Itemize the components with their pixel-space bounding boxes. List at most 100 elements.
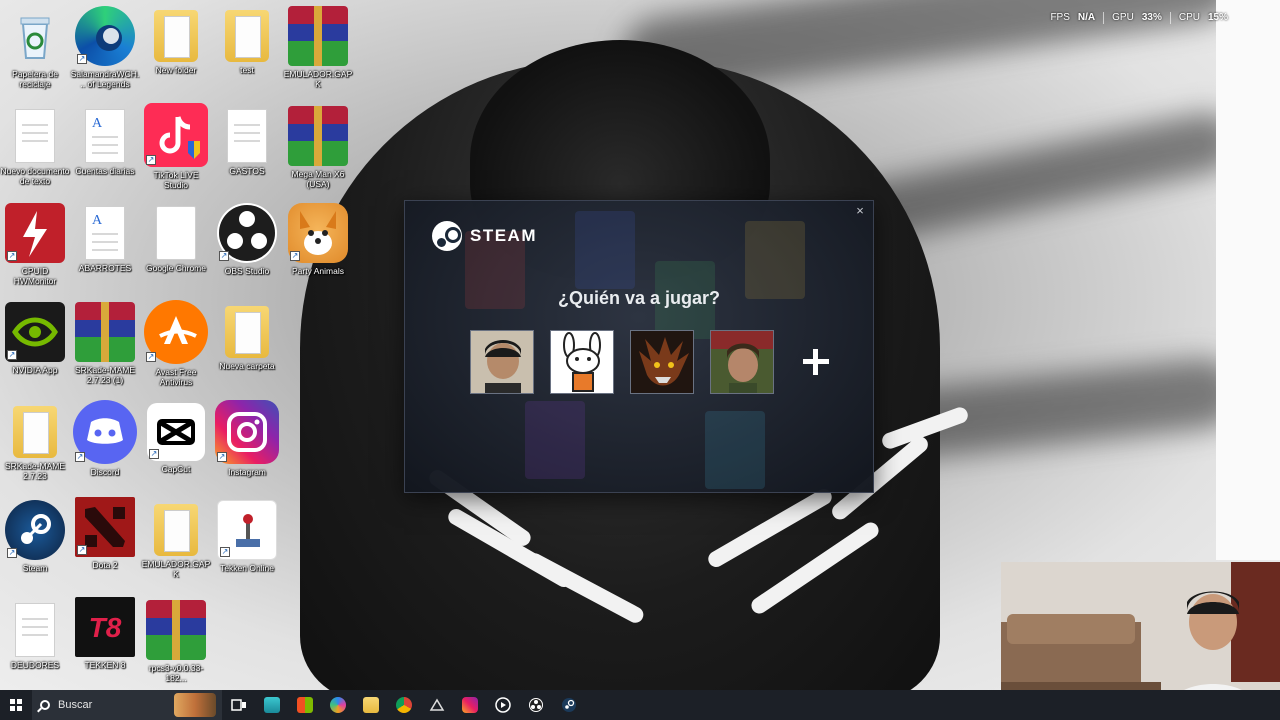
- desktop-icon-nvidia[interactable]: ↗ NVIDIA App: [0, 302, 70, 375]
- desktop-icon-recycle-bin[interactable]: Papelera de reciclaje: [0, 6, 70, 89]
- desktop-icon-label: SalamandraWCH... of Legends: [70, 69, 140, 89]
- desktop-icon-nueva-carpeta[interactable]: Nueva carpeta: [212, 302, 282, 371]
- desktop-icon-label: OBS Studio: [224, 266, 270, 276]
- party-animals-icon: ↗: [288, 203, 348, 263]
- steam-icon: [561, 698, 576, 712]
- cpu-value: 15: [1207, 12, 1220, 23]
- werewolf-avatar: [631, 331, 693, 393]
- desktop-icon-obs[interactable]: ↗ OBS Studio: [212, 203, 282, 276]
- desktop-icon-label: EMULADOR.GAPK: [283, 69, 353, 89]
- desktop-icon-label: test: [240, 65, 254, 75]
- desktop-icon-label: DEUDORES: [10, 660, 60, 670]
- fps-value: N/A: [1077, 12, 1096, 23]
- desktop-icon-text-document[interactable]: Nuevo documento de texto: [0, 106, 70, 186]
- file-explorer-icon: [362, 697, 379, 713]
- blank-file-icon: [156, 206, 196, 260]
- desktop-icon-label: Google Chrome: [145, 263, 206, 273]
- folder-icon: [13, 406, 57, 458]
- folder-icon: [154, 10, 198, 62]
- avast-icon: ↗: [144, 300, 208, 364]
- folder-icon: [225, 306, 269, 358]
- discord-icon: ↗: [73, 400, 137, 464]
- nvidia-icon: [429, 698, 444, 711]
- recycle-bin-icon: [5, 6, 65, 66]
- desktop-icon-label: TikTok LIVE Studio: [153, 170, 199, 190]
- desktop-icon-label: Dota 2: [92, 560, 118, 570]
- taskbar-store-button[interactable]: [288, 690, 321, 720]
- profile-avatar-3[interactable]: [630, 330, 694, 394]
- steam-brand-text: STEAM: [470, 226, 537, 245]
- desktop-icon-emulador-archive[interactable]: EMULADOR.GAPK: [283, 6, 353, 89]
- profile-list: [470, 330, 838, 394]
- overlay-divider: [1103, 12, 1105, 24]
- man-photo-avatar: [711, 331, 773, 393]
- steam-account-picker-dialog: STEAM × ¿Quién va a jugar?: [404, 200, 874, 493]
- obs-icon: [528, 698, 543, 712]
- desktop-icon-tekken8[interactable]: T8 TEKKEN 8: [70, 597, 140, 670]
- media-player-icon: [494, 697, 511, 713]
- desktop-icon-srkade-mame-archive[interactable]: SRKade-MAME 2.7.23 (1): [70, 302, 140, 385]
- desktop-icon-dota2[interactable]: ↗ Dota 2: [70, 497, 140, 570]
- desktop-icon-label: rpcs3-v0.0.33-182...: [148, 663, 204, 683]
- desktop-icon-abarrotes[interactable]: A ABARROTES: [70, 203, 140, 273]
- taskbar-instagram-button[interactable]: [453, 690, 486, 720]
- desktop-icon-test-folder[interactable]: test: [212, 6, 282, 75]
- taskbar-copilot-button[interactable]: [321, 690, 354, 720]
- desktop-icon-label: Avast Free Antivirus: [155, 367, 197, 387]
- desktop-icon-capcut[interactable]: ↗ CapCut: [141, 403, 211, 474]
- desktop-icon-google-chrome[interactable]: Google Chrome: [141, 203, 211, 273]
- close-icon[interactable]: ×: [853, 204, 867, 218]
- desktop-icon-discord[interactable]: ↗ Discord: [70, 400, 140, 477]
- desktop-icon-hwmonitor[interactable]: ↗ CPUID HWMonitor: [0, 203, 70, 286]
- cpu-unit: %: [1219, 12, 1228, 23]
- desktop-icon-label: Mega Man X6 (USA): [291, 169, 345, 189]
- dota2-icon: ↗: [75, 497, 135, 557]
- desktop-icon-rpcs3[interactable]: rpcs3-v0.0.33-182...: [141, 600, 211, 683]
- desktop-icon-gastos[interactable]: GASTOS: [212, 106, 282, 176]
- instagram-icon: [461, 697, 478, 713]
- desktop-icon-srkade-folder[interactable]: SRKade-MAME 2.7.23: [0, 402, 70, 481]
- desktop-icon-new-folder[interactable]: New folder: [141, 6, 211, 75]
- desktop-icon-label: Tekken Online: [220, 563, 274, 573]
- desktop-icon-instagram[interactable]: ↗ Instagram: [212, 400, 282, 477]
- winrar-icon: [75, 302, 135, 362]
- desktop-icon-party-animals[interactable]: ↗ Party Animals: [283, 203, 353, 276]
- steam-logo-icon: [432, 221, 462, 251]
- app-icon: [263, 697, 280, 713]
- instagram-icon: ↗: [215, 400, 279, 464]
- desktop-icon-cuentas-diarias[interactable]: A Cuentas diarias: [70, 106, 140, 176]
- desktop-icon-tiktok-live[interactable]: ↗ TikTok LIVE Studio: [141, 103, 211, 190]
- plus-icon[interactable]: [794, 340, 838, 384]
- taskbar-chrome-button[interactable]: [387, 690, 420, 720]
- fps-label: FPS: [1050, 12, 1070, 23]
- desktop-icon-tekken-online[interactable]: ↗ Tekken Online: [212, 500, 282, 573]
- taskbar-app-button[interactable]: [255, 690, 288, 720]
- text-document-icon: [227, 109, 267, 163]
- profile-avatar-4[interactable]: [710, 330, 774, 394]
- desktop-icon-label: SRKade-MAME 2.7.23 (1): [75, 365, 135, 385]
- desktop-icon-label: Papelera de reciclaje: [12, 69, 58, 89]
- desktop-icon-steam[interactable]: ↗ Steam: [0, 500, 70, 573]
- desktop-icon-deudores[interactable]: DEUDORES: [0, 600, 70, 670]
- profile-avatar-2[interactable]: [550, 330, 614, 394]
- profile-avatar-1[interactable]: [470, 330, 534, 394]
- desktop-icon-avast[interactable]: ↗ Avast Free Antivirus: [141, 300, 211, 387]
- desktop-icon-megaman-archive[interactable]: Mega Man X6 (USA): [283, 106, 353, 189]
- desktop-icon-label: Party Animals: [292, 266, 344, 276]
- task-view-button[interactable]: [222, 690, 255, 720]
- tiktok-icon: ↗: [144, 103, 208, 167]
- capcut-icon: ↗: [147, 403, 205, 461]
- desktop-icon-label: ABARROTES: [78, 263, 132, 273]
- desktop-icon-edge-shortcut[interactable]: ↗ SalamandraWCH... of Legends: [70, 6, 140, 89]
- taskbar-search[interactable]: Buscar: [32, 690, 222, 720]
- dialog-title: ¿Quién va a jugar?: [557, 288, 721, 308]
- taskbar-media-player-button[interactable]: [486, 690, 519, 720]
- taskbar-obs-button[interactable]: [519, 690, 552, 720]
- start-button[interactable]: [0, 690, 32, 720]
- desktop-icon-emulador-folder[interactable]: EMULADOR.GAPK: [141, 500, 211, 579]
- taskbar-nvidia-button[interactable]: [420, 690, 453, 720]
- gpu-unit: %: [1152, 12, 1162, 23]
- taskbar-steam-button[interactable]: [552, 690, 585, 720]
- taskbar-file-explorer-button[interactable]: [354, 690, 387, 720]
- nvidia-icon: ↗: [5, 302, 65, 362]
